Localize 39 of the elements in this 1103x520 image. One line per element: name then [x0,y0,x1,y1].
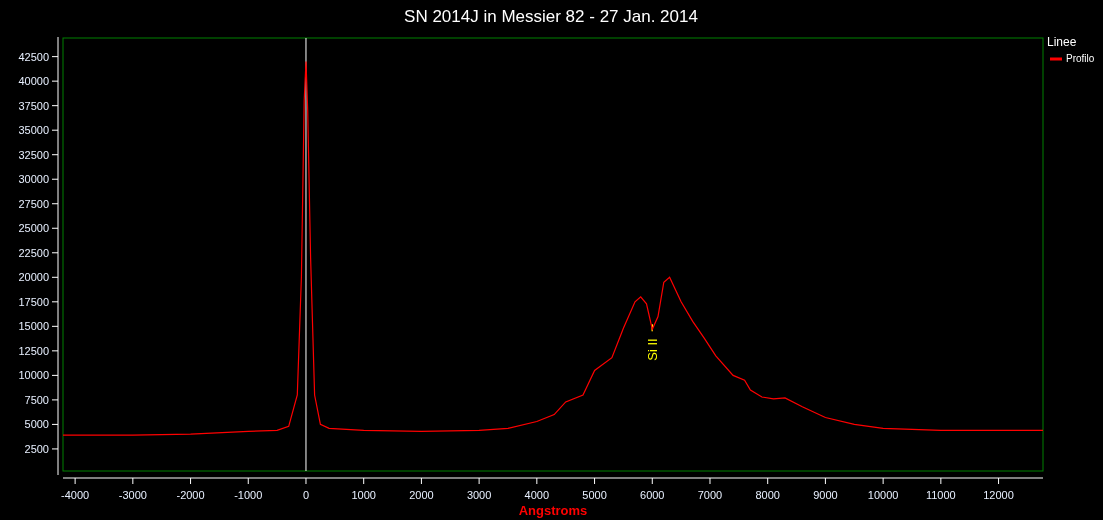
axis-label: 11000 [925,489,956,501]
axis-label: 8000 [755,489,780,501]
annotation-label: Si II [645,338,661,361]
axis-label: 6000 [640,489,665,501]
axis-label: 12000 [983,489,1014,501]
legend-title: Linee [1047,35,1077,49]
axis-label: -1000 [234,489,263,501]
axis-label: 15000 [18,320,49,333]
axis-label: 2000 [409,489,434,501]
axis-label: -3000 [118,489,147,501]
axis-label: 12500 [18,344,49,357]
axis-label: 22500 [18,246,49,259]
axis-label: 30000 [18,173,49,186]
axis-label: 2500 [24,442,49,455]
axis-label: 10000 [18,369,49,382]
chart-title: SN 2014J in Messier 82 - 27 Jan. 2014 [404,7,698,26]
axis-label: 10000 [867,489,899,501]
axis-label: 0 [302,489,310,501]
axis-label: 17500 [18,295,49,308]
axis-label: -2000 [176,489,205,501]
axis-label: 1000 [351,489,376,501]
axis-label: -4000 [61,489,90,501]
axis-label: 5000 [24,418,49,431]
axis-title: Angstroms [518,503,588,518]
axis-label: 3000 [466,489,492,501]
axis-label: 9000 [813,489,838,501]
legend-label: Profilo [1066,53,1095,64]
axis-label: 32500 [18,148,49,161]
axis-label: 42500 [18,50,49,63]
axis-label: 27500 [18,197,49,210]
axis-label: 35000 [18,124,49,137]
axis-label: 7000 [697,489,723,501]
axis-label: 40000 [18,75,49,88]
axis-label: 37500 [18,99,49,112]
axis-label: 20000 [18,271,49,284]
axis-label: 5000 [582,489,607,501]
axis-label: 25000 [18,222,49,235]
axis-label: 4000 [524,489,550,501]
axis-label: 7500 [24,393,49,406]
